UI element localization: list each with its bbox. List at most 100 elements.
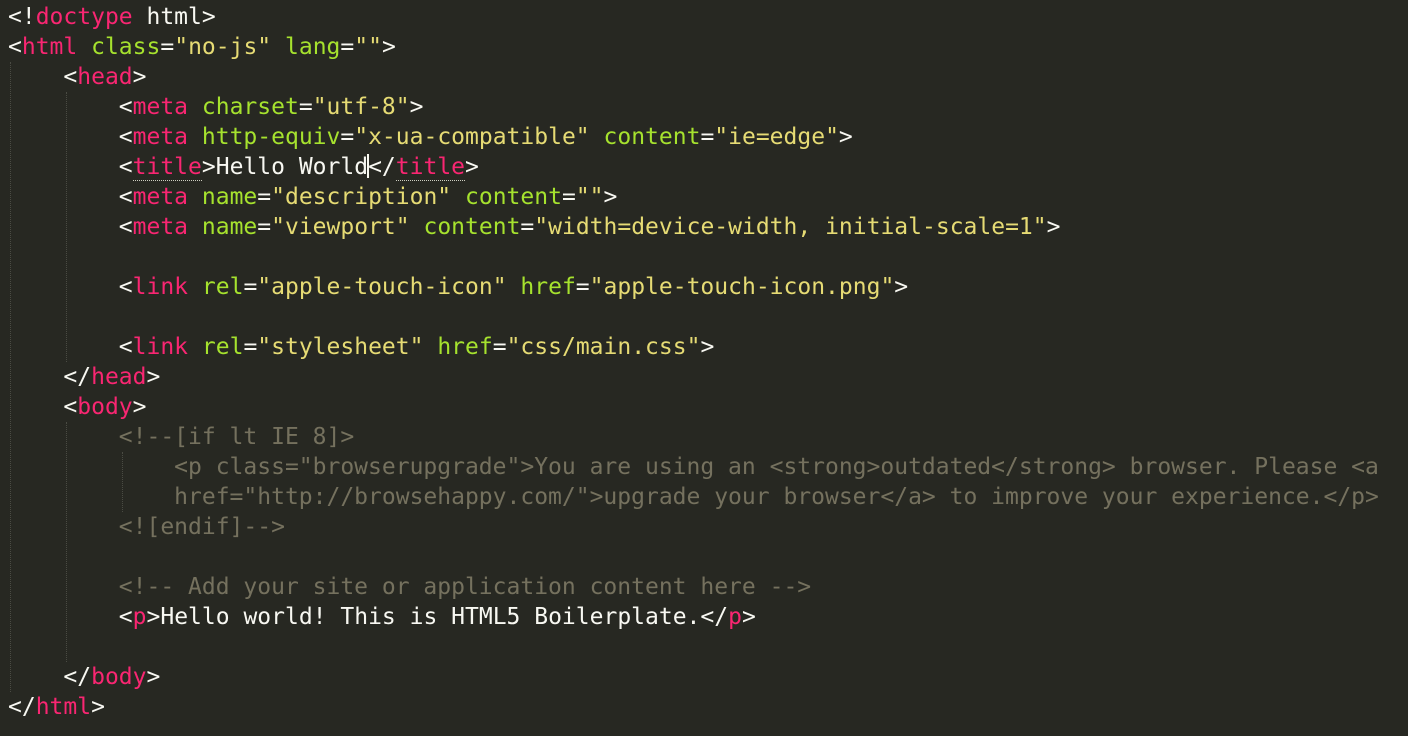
punctuation-token: = [257, 214, 272, 240]
attribute-token: name [201, 184, 258, 210]
code-line[interactable] [8, 632, 1379, 662]
string-token: "utf-8" [312, 94, 410, 120]
code-line[interactable]: <link rel="apple-touch-icon" href="apple… [8, 272, 1379, 302]
punctuation-token: < [118, 214, 133, 240]
punctuation-token: < [63, 64, 78, 90]
code-line[interactable]: <!doctype html> [8, 2, 1379, 32]
punctuation-token: > [201, 154, 216, 180]
string-token: "css/main.css" [506, 334, 701, 360]
attribute-token: content [465, 184, 562, 210]
attribute-token: rel [201, 334, 244, 360]
string-token: "description" [271, 184, 452, 210]
code-line[interactable]: <link rel="stylesheet" href="css/main.cs… [8, 332, 1379, 362]
punctuation-token: </ [63, 664, 92, 690]
tag-token: link [132, 274, 189, 300]
string-token: "no-js" [174, 34, 272, 60]
code-line[interactable]: href="http://browsehappy.com/">upgrade y… [8, 482, 1379, 512]
code-line[interactable]: <meta http-equiv="x-ua-compatible" conte… [8, 122, 1379, 152]
punctuation-token: = [700, 124, 715, 150]
punctuation-token: > [1046, 214, 1061, 240]
text-token: html> [132, 4, 216, 30]
code-line[interactable]: <title>Hello World</title> [8, 152, 1379, 182]
code-line[interactable] [8, 242, 1379, 272]
code-line[interactable] [8, 542, 1379, 572]
tag-token: meta [132, 94, 189, 120]
code-line[interactable]: </body> [8, 662, 1379, 692]
attribute-token: charset [201, 94, 299, 120]
attribute-token: content [423, 214, 521, 240]
code-text-area[interactable]: <!doctype html> <html class="no-js" lang=… [8, 2, 1379, 722]
punctuation-token: = [561, 184, 576, 210]
punctuation-token: < [118, 94, 133, 120]
string-token: "x-ua-compatible" [354, 124, 590, 150]
code-line[interactable]: </html> [8, 692, 1379, 722]
text-token: Hello World [215, 154, 369, 180]
code-line[interactable]: <meta charset="utf-8"> [8, 92, 1379, 122]
punctuation-token: < [118, 604, 133, 630]
code-line[interactable]: <!-- Add your site or application conten… [8, 572, 1379, 602]
code-line[interactable] [8, 302, 1379, 332]
text-token: Hello world! This is HTML5 Boilerplate. [160, 604, 701, 630]
tag-token: title [395, 154, 466, 181]
code-line[interactable]: <!--[if lt IE 8]> [8, 422, 1379, 452]
code-line[interactable]: <p class="browserupgrade">You are using … [8, 452, 1379, 482]
code-editor[interactable]: <!doctype html> <html class="no-js" lang=… [0, 0, 1408, 736]
code-line[interactable]: <meta name="viewport" content="width=dev… [8, 212, 1379, 242]
string-token: "apple-touch-icon.png" [589, 274, 895, 300]
attribute-token: class [91, 34, 161, 60]
punctuation-token: = [340, 34, 355, 60]
punctuation-token: = [243, 334, 258, 360]
code-line[interactable]: <p>Hello world! This is HTML5 Boilerplat… [8, 602, 1379, 632]
tag-token: html [21, 34, 78, 60]
punctuation-token: > [146, 364, 161, 390]
string-token: "apple-touch-icon" [257, 274, 507, 300]
tag-token: meta [132, 124, 189, 150]
punctuation-token: < [118, 154, 133, 180]
punctuation-token: = [257, 184, 272, 210]
punctuation-token: > [146, 604, 161, 630]
tag-token: head [77, 64, 133, 90]
punctuation-token: > [838, 124, 853, 150]
tag-token: meta [132, 184, 189, 210]
punctuation-token: > [603, 184, 618, 210]
punctuation-token: > [91, 694, 105, 720]
punctuation-token: > [465, 154, 479, 180]
comment-token: <![endif]--> [118, 514, 285, 540]
punctuation-token: < [8, 34, 22, 60]
code-line[interactable]: <body> [8, 392, 1379, 422]
tag-token: link [132, 334, 189, 360]
code-line[interactable]: </head> [8, 362, 1379, 392]
punctuation-token: < [118, 184, 133, 210]
punctuation-token: < [118, 274, 133, 300]
punctuation-token: = [298, 94, 313, 120]
tag-token: title [132, 154, 202, 181]
attribute-token: href [437, 334, 493, 360]
tag-token: body [77, 394, 133, 420]
code-line[interactable]: <html class="no-js" lang=""> [8, 32, 1379, 62]
tag-token: p [728, 604, 742, 630]
attribute-token: name [201, 214, 258, 240]
code-line[interactable]: <![endif]--> [8, 512, 1379, 542]
tag-token: p [132, 604, 147, 630]
code-line[interactable]: <head> [8, 62, 1379, 92]
code-line[interactable]: <meta name="description" content=""> [8, 182, 1379, 212]
punctuation-token: = [243, 274, 258, 300]
